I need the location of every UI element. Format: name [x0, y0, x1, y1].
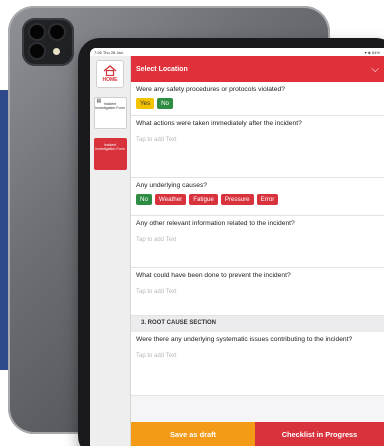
camera-lens-icon: [50, 25, 64, 39]
sidebar-form-incident-active[interactable]: Incident Investigation Form: [93, 138, 127, 170]
question-block: What actions were taken immediately afte…: [131, 116, 384, 178]
sidebar-form-label: Incident Investigation Form: [95, 143, 125, 152]
chevron-down-icon[interactable]: ⌵: [371, 64, 379, 75]
status-bar: 7:26 Thu 28 Jan ▾ ◈ 64%: [90, 48, 384, 56]
location-header[interactable]: Select Location ⌵: [131, 56, 384, 82]
section-title: 3. ROOT CAUSE SECTION: [131, 316, 384, 332]
option-no-button[interactable]: No: [157, 98, 174, 109]
home-icon: [103, 65, 117, 76]
camera-lens-icon: [30, 25, 44, 39]
bottom-action-bar: Save as draft Checklist in Progress: [131, 422, 384, 446]
option-no-button[interactable]: No: [136, 194, 152, 205]
document-icon: ▤: [96, 98, 102, 104]
question-text: Were any safety procedures or protocols …: [136, 86, 285, 93]
text-answer-field[interactable]: Tap to add Text: [136, 128, 379, 156]
text-answer-field[interactable]: Tap to add Text: [136, 280, 379, 308]
save-draft-button[interactable]: Save as draft: [131, 422, 255, 446]
answer-options: No Weather Fatigue Pressure Error: [136, 194, 379, 205]
status-time: 7:26 Thu 28 Jan: [94, 49, 123, 55]
scene: 7:26 Thu 28 Jan ▾ ◈ 64% HOME ▤ Incident …: [0, 0, 384, 446]
question-block: What could have been done to prevent the…: [131, 268, 384, 316]
question-text: What actions were taken immediately afte…: [136, 120, 302, 127]
question-text: What could have been done to prevent the…: [136, 272, 291, 279]
question-text: Were there any underlying systematic iss…: [136, 336, 353, 343]
checklist-progress-button[interactable]: Checklist in Progress: [255, 422, 384, 446]
sidebar-form-incident[interactable]: ▤ Incident Investigation Form: [93, 97, 127, 129]
app-screen: 7:26 Thu 28 Jan ▾ ◈ 64% HOME ▤ Incident …: [90, 48, 384, 446]
camera-module: [22, 18, 74, 66]
question-block: Were there any underlying systematic iss…: [131, 332, 384, 396]
option-yes-button[interactable]: Yes: [136, 98, 155, 109]
text-answer-field[interactable]: Tap to add Text: [136, 344, 379, 372]
camera-lens-icon: [30, 44, 44, 58]
option-error-button[interactable]: Error: [256, 194, 279, 205]
main-content: Select Location ⌵ Were any safety proced…: [131, 56, 384, 446]
header-title: Select Location: [136, 65, 188, 73]
question-block: Any other relevant information related t…: [131, 216, 384, 268]
question-block: Any underlying causes? No Weather Fatigu…: [131, 178, 384, 216]
option-weather-button[interactable]: Weather: [154, 194, 187, 205]
question-list: Were any safety procedures or protocols …: [131, 82, 384, 422]
flash-icon: [53, 48, 60, 55]
status-battery: ▾ ◈ 64%: [364, 49, 380, 55]
home-button[interactable]: HOME: [96, 60, 124, 88]
sidebar: HOME ▤ Incident Investigation Form Incid…: [90, 56, 131, 446]
option-fatigue-button[interactable]: Fatigue: [189, 194, 218, 205]
question-text: Any underlying causes?: [136, 182, 208, 189]
question-text: Any other relevant information related t…: [136, 220, 295, 227]
question-block: Were any safety procedures or protocols …: [131, 82, 384, 116]
option-pressure-button[interactable]: Pressure: [220, 194, 254, 205]
home-label: HOME: [102, 77, 118, 83]
text-answer-field[interactable]: Tap to add Text: [136, 228, 379, 256]
answer-options: Yes No: [136, 98, 379, 109]
